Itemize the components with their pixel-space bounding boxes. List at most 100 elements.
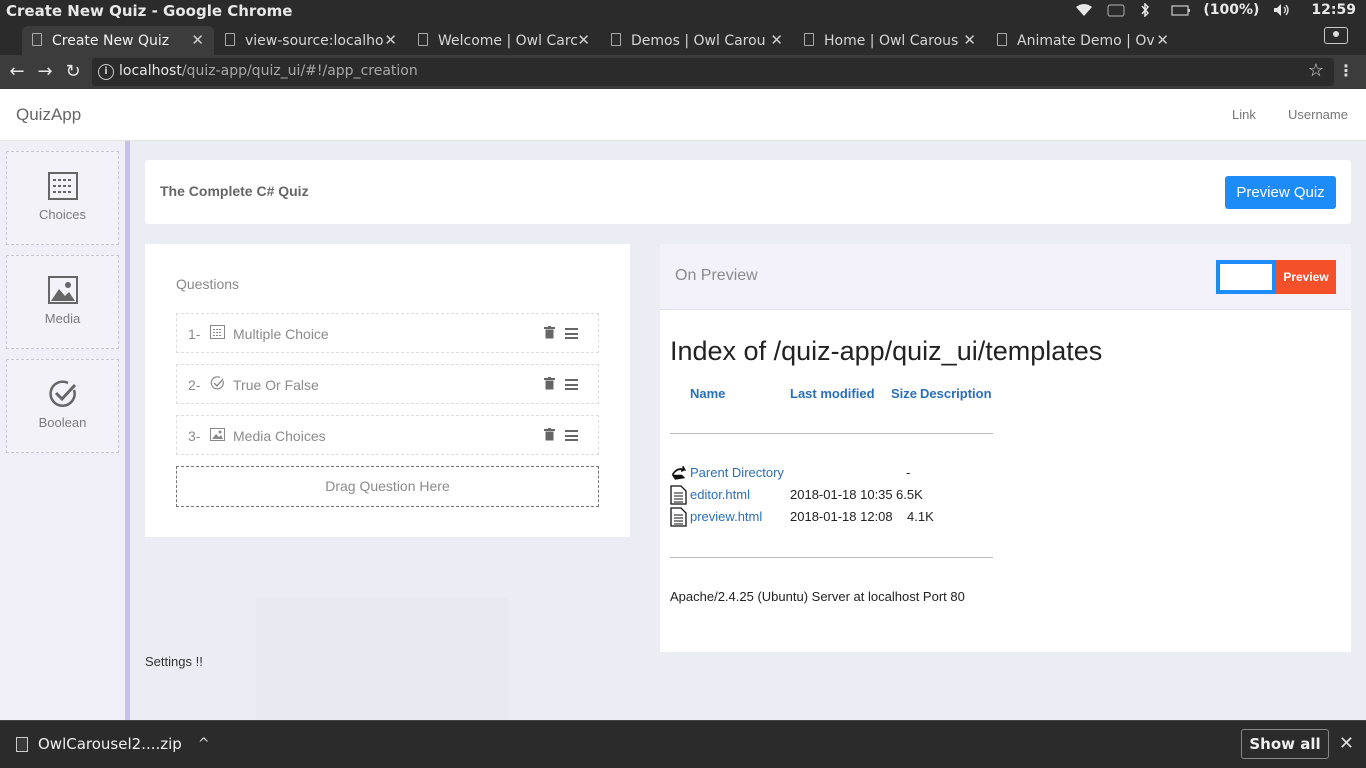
tab-view-source[interactable]: view-source:localho ✕ xyxy=(215,26,407,55)
bookmark-star-icon[interactable]: ☆ xyxy=(1308,60,1324,81)
index-title: Index of /quiz-app/quiz_ui/templates xyxy=(670,336,1103,366)
close-icon[interactable]: ✕ xyxy=(1156,31,1169,49)
back-arrow-icon[interactable]: ← xyxy=(6,61,28,83)
nav-username[interactable]: Username xyxy=(1288,107,1348,122)
drag-handle-icon[interactable] xyxy=(565,430,578,441)
quiz-title: The Complete C# Quiz xyxy=(160,183,309,199)
url-host: localhost xyxy=(119,63,182,79)
tab-label: view-source:localho xyxy=(245,32,384,49)
volume-icon[interactable] xyxy=(1273,3,1291,17)
file-icon xyxy=(670,507,687,527)
tab-label: Demos | Owl Carou xyxy=(631,32,766,49)
reload-icon[interactable]: ↻ xyxy=(62,61,84,83)
document-icon xyxy=(32,33,42,46)
question-number: 2- xyxy=(188,377,201,393)
document-icon xyxy=(225,33,235,46)
index-row: Parent Directory - xyxy=(670,463,1000,483)
sidebar-divider xyxy=(125,141,130,720)
trash-icon[interactable] xyxy=(544,428,555,441)
browser-toolbar: ← → ↻ i localhost/quiz-app/quiz_ui/#!/ap… xyxy=(0,55,1366,89)
settings-label: Settings !! xyxy=(145,654,203,669)
tab-create-new-quiz[interactable]: Create New Quiz ✕ xyxy=(22,26,214,55)
system-tray: (100%) 12:59 xyxy=(1075,2,1356,18)
preview-header: On Preview Preview xyxy=(660,244,1351,310)
battery-level: (100%) xyxy=(1203,2,1260,18)
app-brand[interactable]: QuizApp xyxy=(16,105,81,125)
quiz-header-card: The Complete C# Quiz Preview Quiz xyxy=(145,160,1351,224)
download-shelf: OwlCarousel2....zip ^ Show all ✕ xyxy=(0,720,1366,768)
trash-icon[interactable] xyxy=(544,377,555,390)
check-circle-icon xyxy=(49,380,77,407)
file-icon xyxy=(16,736,28,752)
toggle-preview-segment[interactable]: Preview xyxy=(1276,260,1336,294)
index-divider xyxy=(670,433,993,434)
index-header-modified[interactable]: Last modified xyxy=(790,386,875,401)
show-all-button[interactable]: Show all xyxy=(1241,729,1329,759)
tab-welcome-owl[interactable]: Welcome | Owl Carc ✕ xyxy=(408,26,600,55)
questions-heading: Questions xyxy=(176,276,240,292)
keyboard-icon[interactable] xyxy=(1107,3,1125,17)
question-item[interactable]: 2- True Or False xyxy=(176,364,599,404)
close-icon[interactable]: ✕ xyxy=(770,31,783,49)
choices-icon xyxy=(48,172,78,200)
tab-demos-owl[interactable]: Demos | Owl Carou ✕ xyxy=(601,26,793,55)
kebab-menu-icon[interactable]: ⋮ xyxy=(1338,61,1354,80)
question-item[interactable]: 1- Multiple Choice xyxy=(176,313,599,353)
tab-label: Welcome | Owl Carc xyxy=(438,32,578,49)
battery-icon[interactable] xyxy=(1171,3,1191,17)
address-bar[interactable]: i localhost/quiz-app/quiz_ui/#!/app_crea… xyxy=(92,58,1334,86)
server-signature: Apache/2.4.25 (Ubuntu) Server at localho… xyxy=(670,589,965,604)
profile-icon[interactable] xyxy=(1324,27,1348,44)
index-header-name[interactable]: Name xyxy=(690,386,725,401)
image-icon xyxy=(210,428,225,441)
drag-handle-icon[interactable] xyxy=(565,379,578,390)
file-icon xyxy=(670,485,687,505)
trash-icon[interactable] xyxy=(544,326,555,339)
preview-toggle[interactable]: Preview xyxy=(1216,260,1336,294)
index-link[interactable]: preview.html xyxy=(690,509,762,524)
close-icon[interactable]: ✕ xyxy=(1339,733,1354,754)
url-text: localhost/quiz-app/quiz_ui/#!/app_creati… xyxy=(119,63,418,79)
index-row: preview.html 2018-01-18 12:08 4.1K xyxy=(670,507,1000,527)
sidebar-item-media[interactable]: Media xyxy=(6,255,119,349)
preview-panel: On Preview Preview Index of /quiz-app/qu… xyxy=(660,244,1351,652)
drag-handle-icon[interactable] xyxy=(565,328,578,339)
close-icon[interactable]: ✕ xyxy=(577,31,590,49)
chevron-up-icon[interactable]: ^ xyxy=(198,736,210,752)
wifi-icon[interactable] xyxy=(1075,3,1093,17)
info-icon[interactable]: i xyxy=(98,64,114,80)
choices-icon xyxy=(210,325,225,339)
close-icon[interactable]: ✕ xyxy=(384,31,397,49)
bluetooth-icon[interactable] xyxy=(1139,2,1157,18)
tab-home-owl[interactable]: Home | Owl Carous ✕ xyxy=(794,26,986,55)
sidebar-item-boolean[interactable]: Boolean xyxy=(6,359,119,453)
clock: 12:59 xyxy=(1311,2,1356,18)
tab-animate-demo[interactable]: Animate Demo | Ov ✕ xyxy=(987,26,1179,55)
document-icon xyxy=(611,33,621,46)
document-icon xyxy=(418,33,428,46)
index-header-description[interactable]: Description xyxy=(920,386,992,401)
question-item[interactable]: 3- Media Choices xyxy=(176,415,599,455)
url-path: /quiz-app/quiz_ui/#!/app_creation xyxy=(181,63,418,79)
close-icon[interactable]: ✕ xyxy=(191,31,204,49)
preview-quiz-button[interactable]: Preview Quiz xyxy=(1225,176,1336,209)
nav-link[interactable]: Link xyxy=(1232,107,1256,122)
window-title: Create New Quiz - Google Chrome xyxy=(6,2,293,20)
tab-label: Animate Demo | Ov xyxy=(1017,32,1155,49)
index-link[interactable]: Parent Directory xyxy=(690,465,784,480)
index-link[interactable]: editor.html xyxy=(690,487,750,502)
browser-tab-strip: Create New Quiz ✕ view-source:localho ✕ … xyxy=(0,24,1366,55)
close-icon[interactable]: ✕ xyxy=(963,31,976,49)
app-navbar: QuizApp Link Username xyxy=(0,89,1366,141)
download-item[interactable]: OwlCarousel2....zip ^ xyxy=(16,735,210,753)
index-header-size[interactable]: Size xyxy=(891,386,917,401)
check-circle-icon xyxy=(210,376,224,390)
document-icon xyxy=(997,33,1007,46)
document-icon xyxy=(804,33,814,46)
question-drop-zone[interactable]: Drag Question Here xyxy=(176,466,599,507)
index-date: 2018-01-18 12:08 xyxy=(790,509,893,524)
forward-arrow-icon[interactable]: → xyxy=(34,61,56,83)
toggle-off-segment[interactable] xyxy=(1216,260,1276,294)
image-icon xyxy=(48,276,78,304)
sidebar-item-choices[interactable]: Choices xyxy=(6,151,119,245)
